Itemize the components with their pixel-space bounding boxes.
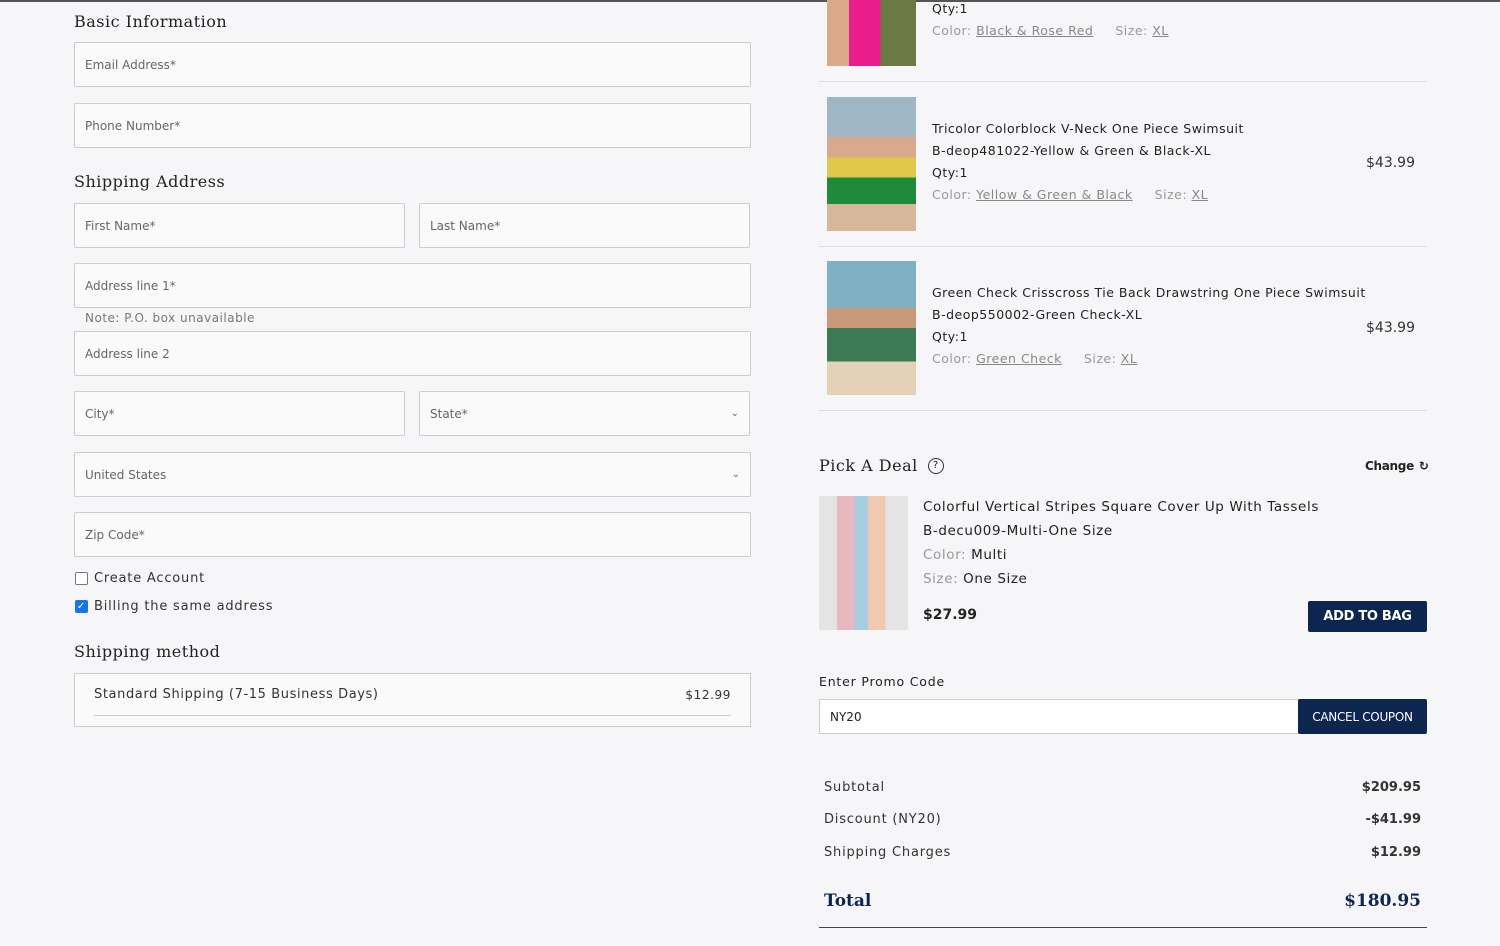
last-name-placeholder: Last Name* (430, 218, 501, 233)
promo-code-input[interactable]: NY20 (819, 699, 1299, 734)
item-qty: Qty:1 (932, 165, 968, 180)
chevron-down-icon: ⌄ (731, 469, 740, 480)
item-price: $43.99 (1366, 155, 1415, 171)
product-image (827, 97, 916, 231)
zip-field[interactable]: Zip Code* (74, 512, 751, 557)
subtotal-value: $209.95 (1361, 780, 1421, 795)
chevron-down-icon: ⌄ (730, 408, 739, 419)
product-image (827, 261, 916, 395)
country-select[interactable]: United States ⌄ (74, 452, 751, 497)
address-line1-placeholder: Address line 1* (85, 278, 176, 293)
deal-name: Colorful Vertical Stripes Square Cover U… (923, 499, 1319, 515)
item-sku: B-deop481022-Yellow & Green & Black-XL (932, 143, 1211, 158)
shipping-charges-row: Shipping Charges $12.99 (824, 845, 1421, 860)
zip-placeholder: Zip Code* (85, 527, 145, 542)
state-value: State* (430, 406, 468, 421)
discount-row: Discount (NY20) -$41.99 (824, 812, 1421, 827)
item-sku: B-deop550002-Green Check-XL (932, 307, 1143, 322)
refresh-icon: ↻ (1418, 459, 1429, 473)
deal-product-image (819, 496, 908, 630)
pick-a-deal-heading: Pick A Deal ? (819, 456, 944, 475)
shipping-charges-value: $12.99 (1370, 845, 1421, 860)
total-value: $180.95 (1344, 891, 1421, 911)
total-row: Total $180.95 (824, 891, 1421, 911)
checkbox-box[interactable] (75, 572, 88, 585)
deal-color: Multi (971, 547, 1008, 563)
state-select[interactable]: State* ⌄ (419, 391, 750, 436)
subtotal-label: Subtotal (824, 780, 885, 795)
cart-item: Qty:1 Color: Black & Rose Red Size: XL (819, 0, 1427, 82)
color-label: Color: (932, 187, 972, 202)
size-label: Size: (1083, 351, 1117, 366)
address-line2-placeholder: Address line 2 (85, 346, 170, 361)
item-size-link[interactable]: XL (1152, 23, 1169, 38)
shipping-method-price: $12.99 (685, 687, 731, 702)
first-name-placeholder: First Name* (85, 218, 156, 233)
cart-item: Tricolor Colorblock V-Neck One Piece Swi… (819, 82, 1427, 247)
basic-info-heading: Basic Information (74, 12, 228, 31)
deal-price: $27.99 (923, 607, 978, 623)
phone-field[interactable]: Phone Number* (74, 103, 751, 148)
country-value: United States (85, 467, 167, 482)
email-placeholder: Email Address* (85, 57, 176, 72)
divider (819, 927, 1427, 928)
phone-placeholder: Phone Number* (85, 118, 181, 133)
subtotal-row: Subtotal $209.95 (824, 780, 1421, 795)
checkmark-icon[interactable]: ✓ (75, 600, 88, 613)
first-name-field[interactable]: First Name* (74, 203, 405, 248)
help-icon[interactable]: ? (927, 457, 944, 474)
size-label: Size: (1154, 187, 1188, 202)
cancel-coupon-button[interactable]: CANCEL COUPON (1298, 699, 1427, 734)
color-label: Color: (932, 351, 972, 366)
item-name: Green Check Crisscross Tie Back Drawstri… (932, 285, 1366, 300)
discount-label: Discount (NY20) (824, 812, 942, 827)
city-placeholder: City* (85, 406, 115, 421)
shipping-charges-label: Shipping Charges (824, 845, 952, 860)
billing-same-checkbox[interactable]: ✓ Billing the same address (75, 599, 273, 614)
add-to-bag-button[interactable]: ADD TO BAG (1308, 601, 1427, 632)
cart-item: Green Check Crisscross Tie Back Drawstri… (819, 247, 1427, 411)
last-name-field[interactable]: Last Name* (419, 203, 750, 248)
item-size-link[interactable]: XL (1121, 351, 1138, 366)
color-label: Color: (932, 23, 972, 38)
item-name: Tricolor Colorblock V-Neck One Piece Swi… (932, 121, 1244, 136)
shipping-address-heading: Shipping Address (74, 172, 226, 191)
deal-title: Pick A Deal (819, 456, 918, 475)
item-qty: Qty:1 (932, 329, 968, 344)
item-color-link[interactable]: Black & Rose Red (976, 23, 1093, 38)
po-box-note: Note: P.O. box unavailable (85, 311, 255, 325)
address-line1-field[interactable]: Address line 1* (74, 263, 751, 308)
color-label: Color: (923, 547, 967, 563)
deal-size: One Size (963, 571, 1028, 587)
item-size-link[interactable]: XL (1192, 187, 1209, 202)
shipping-method-heading: Shipping method (74, 642, 221, 661)
email-field[interactable]: Email Address* (74, 42, 751, 87)
billing-same-label: Billing the same address (94, 599, 274, 614)
deal-sku: B-decu009-Multi-One Size (923, 523, 1113, 539)
total-label: Total (824, 891, 872, 911)
city-field[interactable]: City* (74, 391, 405, 436)
promo-label: Enter Promo Code (819, 674, 945, 689)
create-account-checkbox[interactable]: Create Account (75, 571, 205, 586)
item-qty: Qty:1 (932, 1, 968, 16)
change-deal-button[interactable]: Change ↻ (1365, 459, 1429, 473)
product-image (827, 0, 916, 66)
shipping-method-name: Standard Shipping (7-15 Business Days) (94, 687, 379, 702)
item-color-link[interactable]: Yellow & Green & Black (976, 187, 1133, 202)
size-label: Size: (1115, 23, 1148, 38)
discount-value: -$41.99 (1365, 812, 1421, 827)
change-label: Change (1365, 459, 1414, 473)
size-label: Size: (923, 571, 959, 587)
item-color-link[interactable]: Green Check (976, 351, 1062, 366)
item-price: $43.99 (1366, 320, 1415, 336)
address-line2-field[interactable]: Address line 2 (74, 331, 751, 376)
create-account-label: Create Account (94, 571, 206, 586)
promo-value: NY20 (830, 709, 862, 724)
shipping-method-option[interactable]: Standard Shipping (7-15 Business Days) $… (74, 673, 751, 727)
